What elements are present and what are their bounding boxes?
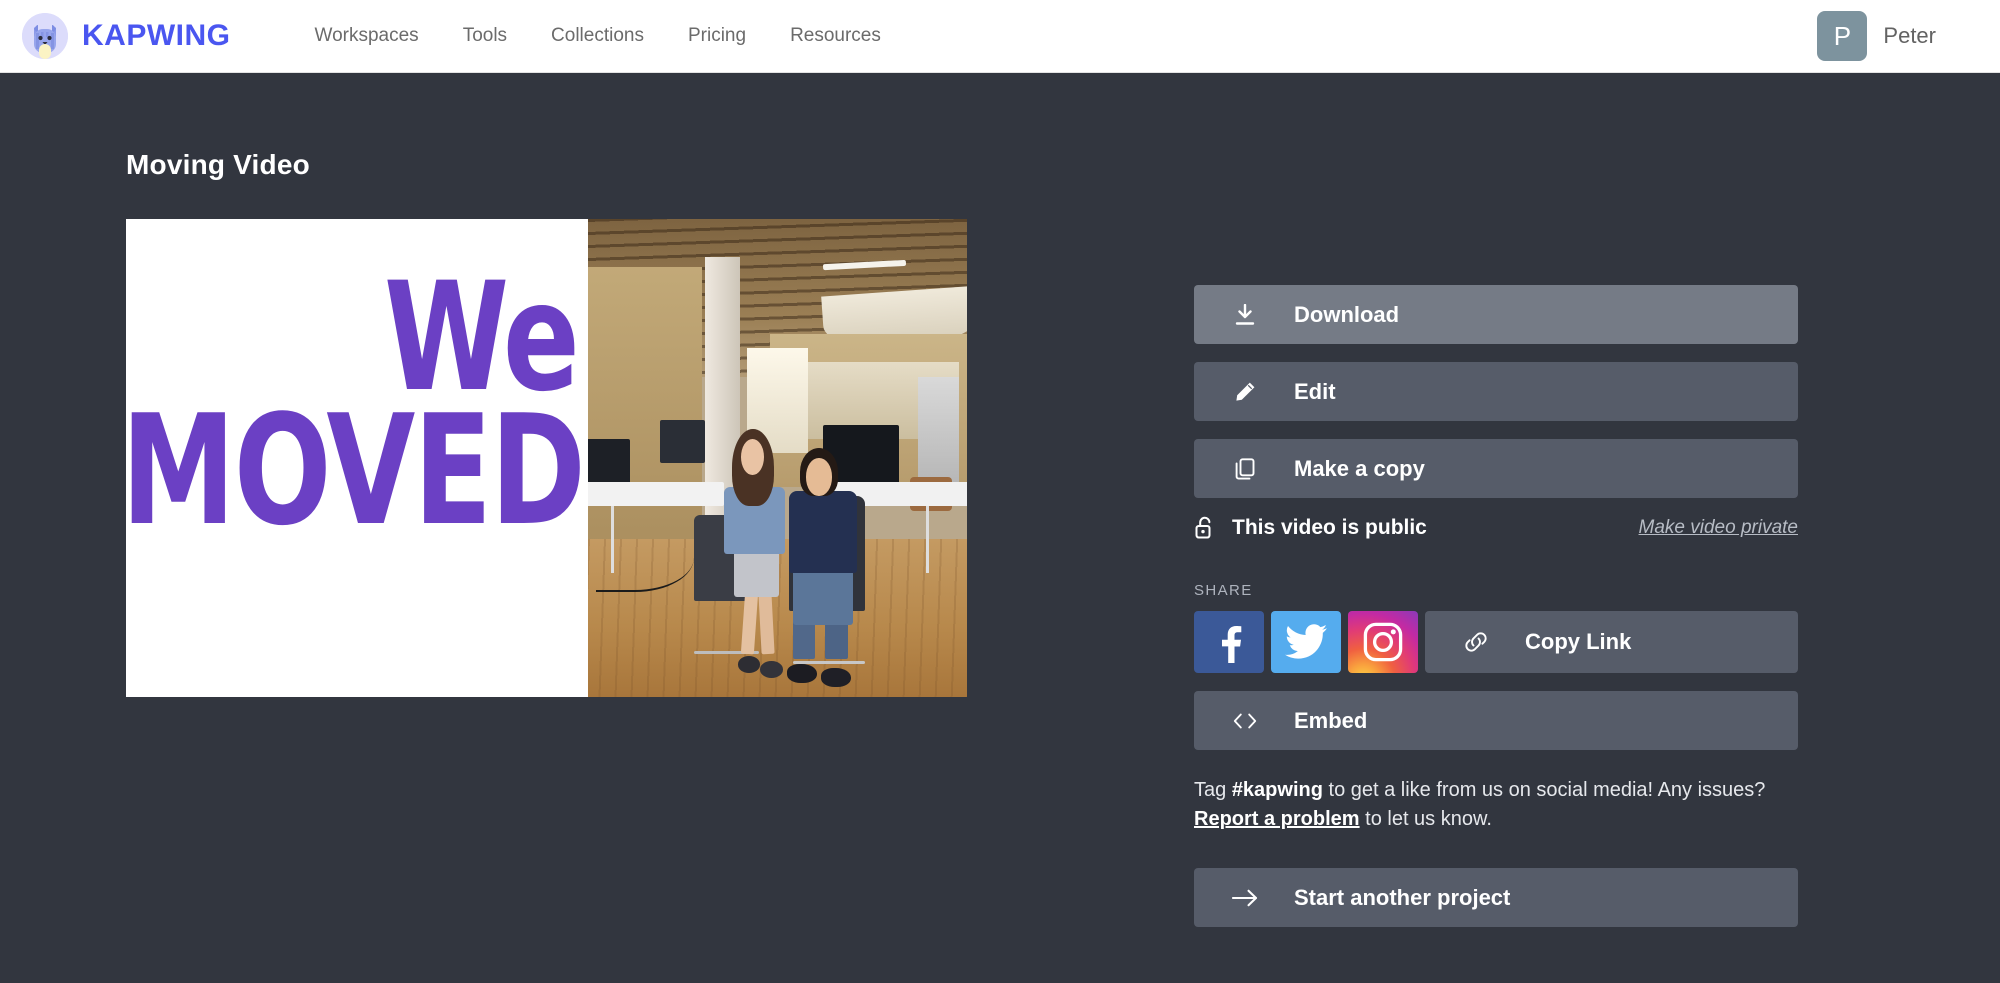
make-a-copy-button[interactable]: Make a copy: [1194, 439, 1798, 498]
twitter-icon: [1285, 624, 1327, 660]
pencil-icon: [1232, 381, 1258, 402]
video-preview-column: Moving Video We MOVED: [0, 73, 967, 982]
share-section-label: SHARE: [1194, 582, 1253, 599]
start-another-project-label: Start another project: [1294, 884, 1511, 910]
embed-button[interactable]: Embed: [1194, 691, 1798, 750]
page-title: Moving Video: [126, 149, 310, 180]
tagline-part3: to let us know.: [1359, 808, 1492, 830]
tagline-part1: Tag: [1194, 779, 1232, 801]
embed-button-label: Embed: [1294, 707, 1368, 733]
nav-item-tools[interactable]: Tools: [441, 15, 529, 57]
instagram-icon: [1363, 622, 1403, 662]
primary-navigation: Workspaces Tools Collections Pricing Res…: [293, 15, 903, 57]
arrow-right-icon: [1232, 889, 1258, 907]
nav-item-workspaces[interactable]: Workspaces: [293, 15, 441, 57]
copy-link-label: Copy Link: [1525, 629, 1632, 654]
video-overlay-line2: MOVED: [126, 382, 586, 559]
edit-button[interactable]: Edit: [1194, 362, 1798, 421]
make-video-private-link[interactable]: Make video private: [1639, 517, 1798, 539]
site-header: KAPWING Workspaces Tools Collections Pri…: [0, 0, 2000, 73]
brand-logo-link[interactable]: KAPWING: [22, 13, 231, 59]
tagline-part2: to get a like from us on social media! A…: [1322, 779, 1766, 801]
brand-name: KAPWING: [82, 19, 231, 52]
actions-panel: Download Edit Make a copy This video is …: [1194, 285, 1798, 945]
facebook-share-button[interactable]: [1194, 611, 1264, 673]
edit-button-label: Edit: [1294, 378, 1336, 404]
privacy-status-text: This video is public: [1232, 516, 1427, 539]
privacy-status-row: This video is public Make video private: [1194, 516, 1798, 540]
facebook-icon: [1212, 621, 1246, 663]
user-name: Peter: [1883, 23, 1936, 48]
nav-item-resources[interactable]: Resources: [768, 15, 903, 57]
make-a-copy-button-label: Make a copy: [1294, 455, 1425, 481]
instagram-share-button[interactable]: [1348, 611, 1418, 673]
download-button[interactable]: Download: [1194, 285, 1798, 344]
user-account-menu[interactable]: P Peter: [1817, 11, 1976, 61]
avatar: P: [1817, 11, 1868, 61]
copy-link-button[interactable]: Copy Link: [1425, 611, 1798, 673]
start-another-project-button[interactable]: Start another project: [1194, 868, 1798, 927]
nav-item-collections[interactable]: Collections: [529, 15, 666, 57]
download-button-label: Download: [1294, 301, 1400, 327]
cat-logo-icon: [22, 13, 68, 59]
tagline-hashtag: #kapwing: [1231, 779, 1323, 801]
main-content: Moving Video We MOVED Download Edit Make…: [0, 73, 2000, 982]
copy-icon: [1232, 457, 1258, 480]
code-brackets-icon: [1232, 711, 1258, 731]
video-text-panel: We MOVED: [126, 219, 588, 697]
unlock-icon: [1194, 516, 1214, 540]
report-a-problem-link[interactable]: Report a problem: [1194, 808, 1360, 830]
twitter-share-button[interactable]: [1271, 611, 1341, 673]
nav-item-pricing[interactable]: Pricing: [666, 15, 768, 57]
share-buttons-row: Copy Link: [1194, 611, 1798, 673]
video-photo-panel: [588, 219, 967, 697]
link-icon: [1463, 631, 1489, 653]
tagline-text: Tag #kapwing to get a like from us on so…: [1194, 776, 1774, 834]
download-icon: [1232, 303, 1258, 326]
video-preview[interactable]: We MOVED: [126, 219, 967, 697]
